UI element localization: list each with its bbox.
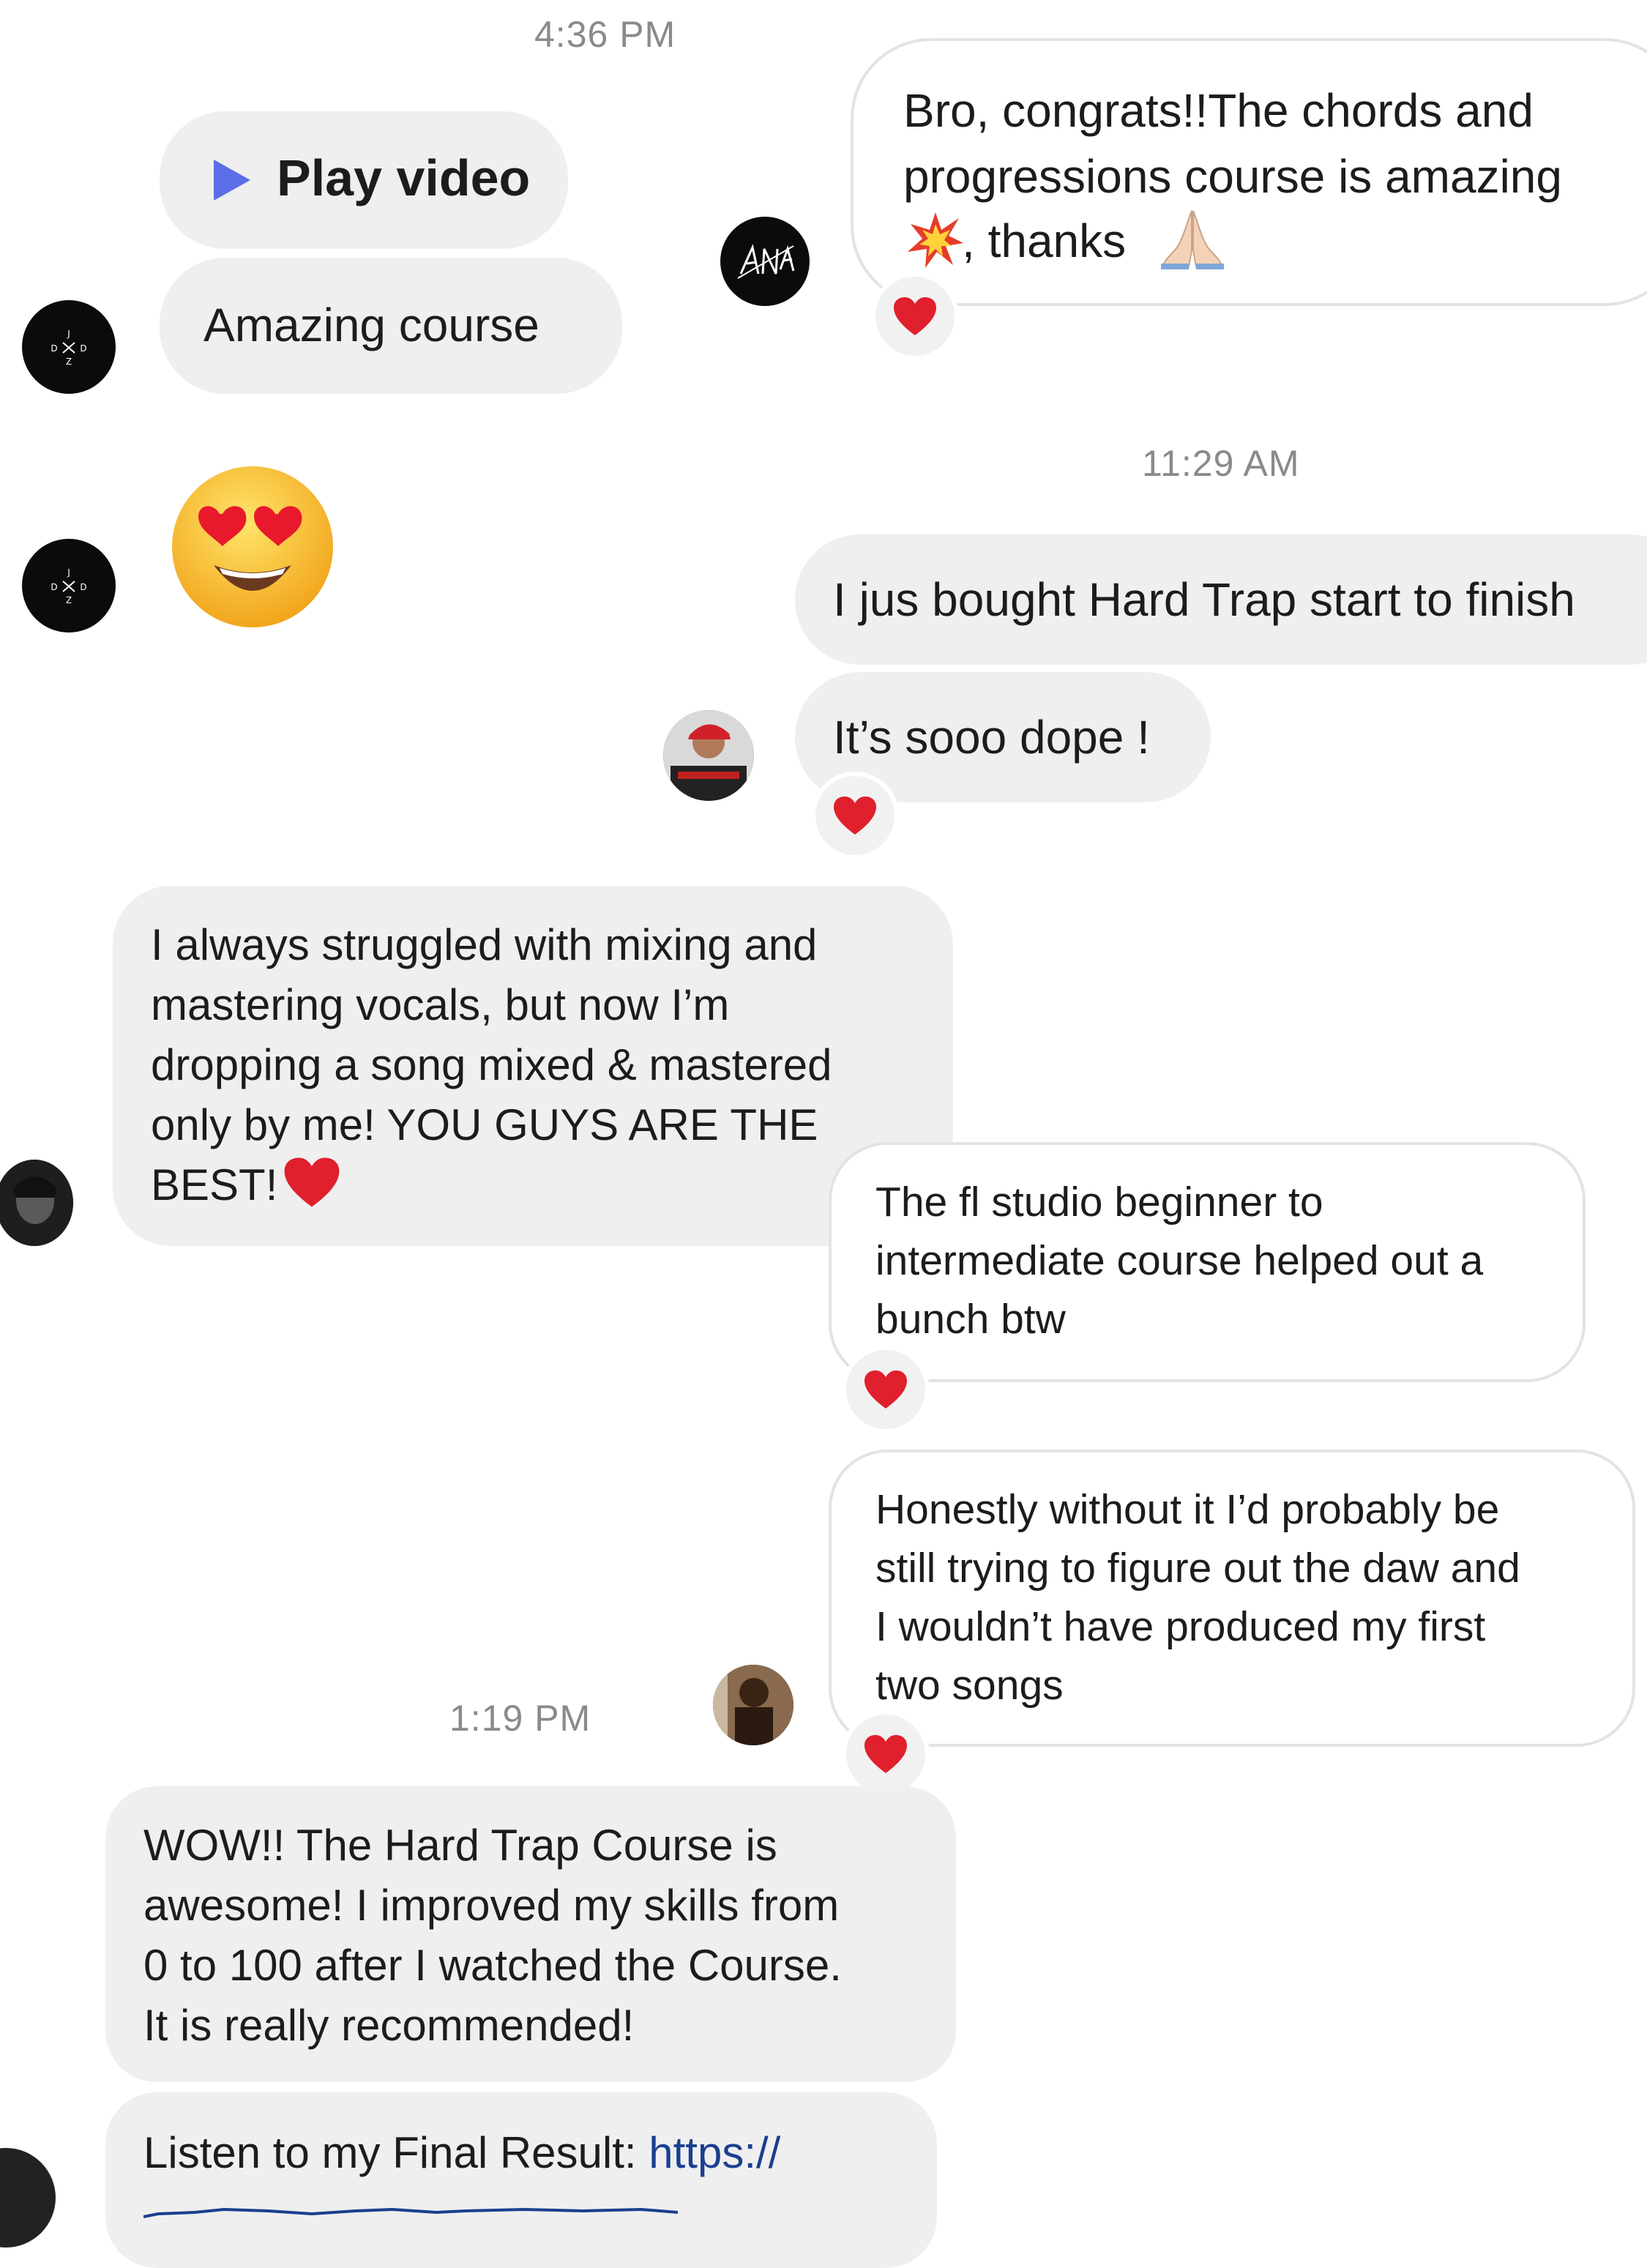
logo-icon	[737, 244, 795, 279]
message-text: I jus bought Hard Trap start to finish	[833, 573, 1575, 626]
heart-icon	[894, 297, 936, 335]
svg-text:J: J	[67, 567, 70, 578]
video-message-bubble[interactable]: Play video	[160, 111, 568, 249]
user-photo-icon	[0, 1160, 73, 1246]
message-text: Honestly without it I’d probably be stil…	[875, 1486, 1520, 1709]
message-text: I always struggled with mixing and maste…	[151, 920, 832, 1209]
avatar[interactable]: J D D Z	[22, 300, 116, 394]
svg-text:J: J	[67, 329, 70, 339]
play-video-label: Play video	[277, 149, 531, 206]
message-bubble[interactable]: Amazing course	[160, 258, 622, 394]
heart-icon	[834, 797, 876, 835]
message-text: , thanks	[962, 215, 1127, 267]
timestamp: 11:29 AM	[1142, 443, 1300, 484]
play-icon[interactable]	[211, 157, 253, 204]
svg-text:Z: Z	[66, 357, 72, 367]
message-bubble[interactable]: The fl studio beginner to intermediate c…	[829, 1142, 1586, 1382]
heart-icon	[864, 1735, 907, 1773]
heart-icon	[864, 1370, 907, 1409]
message-bubble[interactable]: Honestly without it I’d probably be stil…	[829, 1450, 1635, 1747]
svg-text:Z: Z	[66, 595, 72, 605]
avatar[interactable]	[663, 710, 754, 801]
message-text: Listen to my Final Result: https://	[143, 2123, 780, 2183]
heart-eyes-emoji[interactable]	[168, 463, 337, 631]
message-text: It’s sooo dope !	[833, 711, 1150, 764]
avatar[interactable]	[713, 1665, 793, 1745]
message-text: Amazing course	[203, 299, 539, 351]
svg-text:D: D	[80, 343, 86, 354]
link-continuation	[143, 2189, 890, 2218]
message-bubble[interactable]: WOW!! The Hard Trap Course is awesome! I…	[105, 1786, 956, 2082]
heart-reaction[interactable]	[811, 772, 899, 859]
svg-text:D: D	[51, 343, 57, 354]
heart-reaction[interactable]	[871, 272, 959, 360]
avatar[interactable]	[0, 1160, 73, 1246]
message-bubble[interactable]: Bro, congrats!!The chords and progressio…	[851, 38, 1647, 306]
logo-icon: J D D Z	[51, 329, 86, 367]
cropped-link-text	[143, 2207, 679, 2218]
user-photo-icon	[663, 710, 754, 801]
logo-icon: J D D Z	[51, 567, 86, 605]
message-text-prefix: Listen to my Final Result:	[143, 2128, 649, 2177]
svg-text:D: D	[51, 582, 57, 592]
avatar[interactable]: J D D Z	[22, 539, 116, 633]
praying-hands-emoji	[1161, 210, 1224, 269]
message-bubble[interactable]: I jus bought Hard Trap start to finish	[795, 534, 1647, 665]
user-photo-icon	[713, 1665, 793, 1745]
message-bubble[interactable]: I always struggled with mixing and maste…	[113, 886, 953, 1246]
message-link[interactable]: https://	[649, 2128, 780, 2177]
timestamp: 1:19 PM	[449, 1698, 591, 1739]
avatar[interactable]	[0, 2148, 56, 2248]
svg-text:D: D	[80, 582, 86, 592]
heart-emoji	[284, 1157, 340, 1207]
message-text: Bro, congrats!!The chords and progressio…	[903, 84, 1562, 203]
heart-reaction[interactable]	[842, 1346, 930, 1433]
message-bubble[interactable]: Listen to my Final Result: https://	[105, 2092, 937, 2268]
message-text: The fl studio beginner to intermediate c…	[875, 1179, 1484, 1343]
message-text: WOW!! The Hard Trap Course is awesome! I…	[143, 1821, 842, 2050]
heart-reaction[interactable]	[842, 1710, 930, 1798]
timestamp: 4:36 PM	[534, 14, 676, 55]
collision-emoji	[908, 212, 963, 268]
avatar[interactable]	[720, 217, 810, 306]
